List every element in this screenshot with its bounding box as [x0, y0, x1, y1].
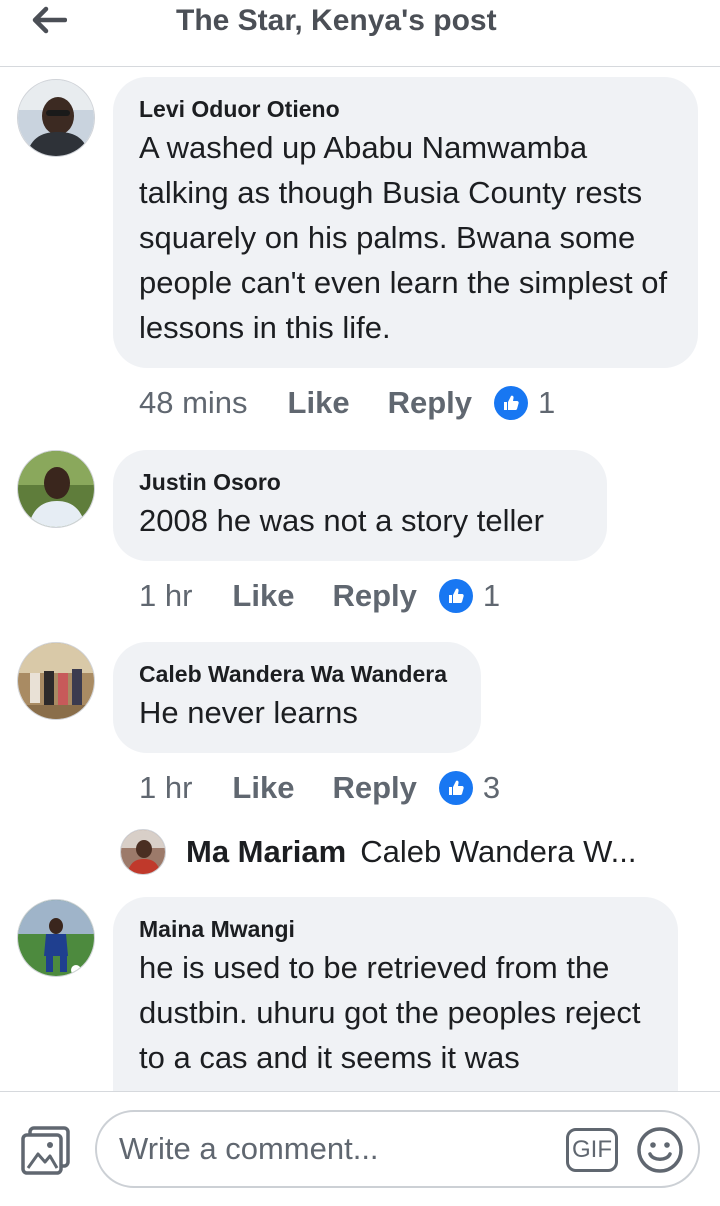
- avatar: [120, 829, 166, 875]
- comment-bubble: Levi Oduor Otieno A washed up Ababu Namw…: [113, 77, 698, 368]
- comment-author[interactable]: Caleb Wandera Wa Wandera: [139, 660, 455, 688]
- comment-text: he is used to be retrieved from the dust…: [139, 950, 641, 1075]
- smiley-icon: [637, 1127, 683, 1173]
- comment-text: He never learns: [139, 695, 358, 730]
- comment-composer: GIF: [0, 1091, 720, 1206]
- avatar[interactable]: [17, 899, 95, 977]
- comment-author[interactable]: Levi Oduor Otieno: [139, 95, 672, 123]
- reply-button[interactable]: Reply: [388, 385, 472, 421]
- like-reaction-icon[interactable]: [438, 771, 473, 805]
- page-title: The Star, Kenya's post: [176, 4, 497, 37]
- comment-time[interactable]: 48 mins: [139, 385, 248, 421]
- reply-author: Ma Mariam: [186, 834, 347, 869]
- like-button[interactable]: Like: [232, 578, 294, 614]
- comment-actions: 1 hr Like Reply 1: [139, 576, 500, 616]
- photo-icon: [21, 1126, 70, 1175]
- comment-bubble: Justin Osoro 2008 he was not a story tel…: [113, 450, 607, 561]
- reaction-count[interactable]: 1: [538, 385, 555, 421]
- avatar[interactable]: [17, 642, 95, 720]
- avatar[interactable]: [17, 450, 95, 528]
- like-reaction-icon[interactable]: [494, 386, 528, 420]
- reply-text: Caleb Wandera W...: [360, 834, 637, 869]
- like-reaction-icon[interactable]: [438, 579, 473, 613]
- comment-actions: 1 hr Like Reply 3: [139, 768, 500, 808]
- comment-author[interactable]: Maina Mwangi: [139, 915, 652, 943]
- top-bar: The Star, Kenya's post: [0, 0, 720, 67]
- reply-preview[interactable]: Ma Mariam Caleb Wandera W...: [120, 827, 636, 877]
- gif-button[interactable]: GIF: [566, 1128, 618, 1172]
- reaction-count[interactable]: 3: [483, 770, 500, 806]
- like-button[interactable]: Like: [232, 770, 294, 806]
- comment-time[interactable]: 1 hr: [139, 578, 192, 614]
- back-arrow-icon: [32, 6, 67, 34]
- reaction-count[interactable]: 1: [483, 578, 500, 614]
- photo-button[interactable]: [20, 1124, 72, 1176]
- reply-button[interactable]: Reply: [332, 770, 416, 806]
- comment-text: 2008 he was not a story teller: [139, 503, 544, 538]
- comment-bubble: Maina Mwangi he is used to be retrieved …: [113, 897, 678, 1091]
- comment-author[interactable]: Justin Osoro: [139, 468, 581, 496]
- like-button[interactable]: Like: [288, 385, 350, 421]
- comment-text: A washed up Ababu Namwamba talking as th…: [139, 130, 668, 345]
- comment-time[interactable]: 1 hr: [139, 770, 192, 806]
- emoji-button[interactable]: [636, 1126, 684, 1174]
- comments-list: Levi Oduor Otieno A washed up Ababu Namw…: [0, 67, 720, 1091]
- avatar[interactable]: [17, 79, 95, 157]
- comment-bubble: Caleb Wandera Wa Wandera He never learns: [113, 642, 481, 753]
- back-button[interactable]: [24, 0, 74, 40]
- reply-button[interactable]: Reply: [332, 578, 416, 614]
- comment-actions: 48 mins Like Reply 1: [139, 383, 555, 423]
